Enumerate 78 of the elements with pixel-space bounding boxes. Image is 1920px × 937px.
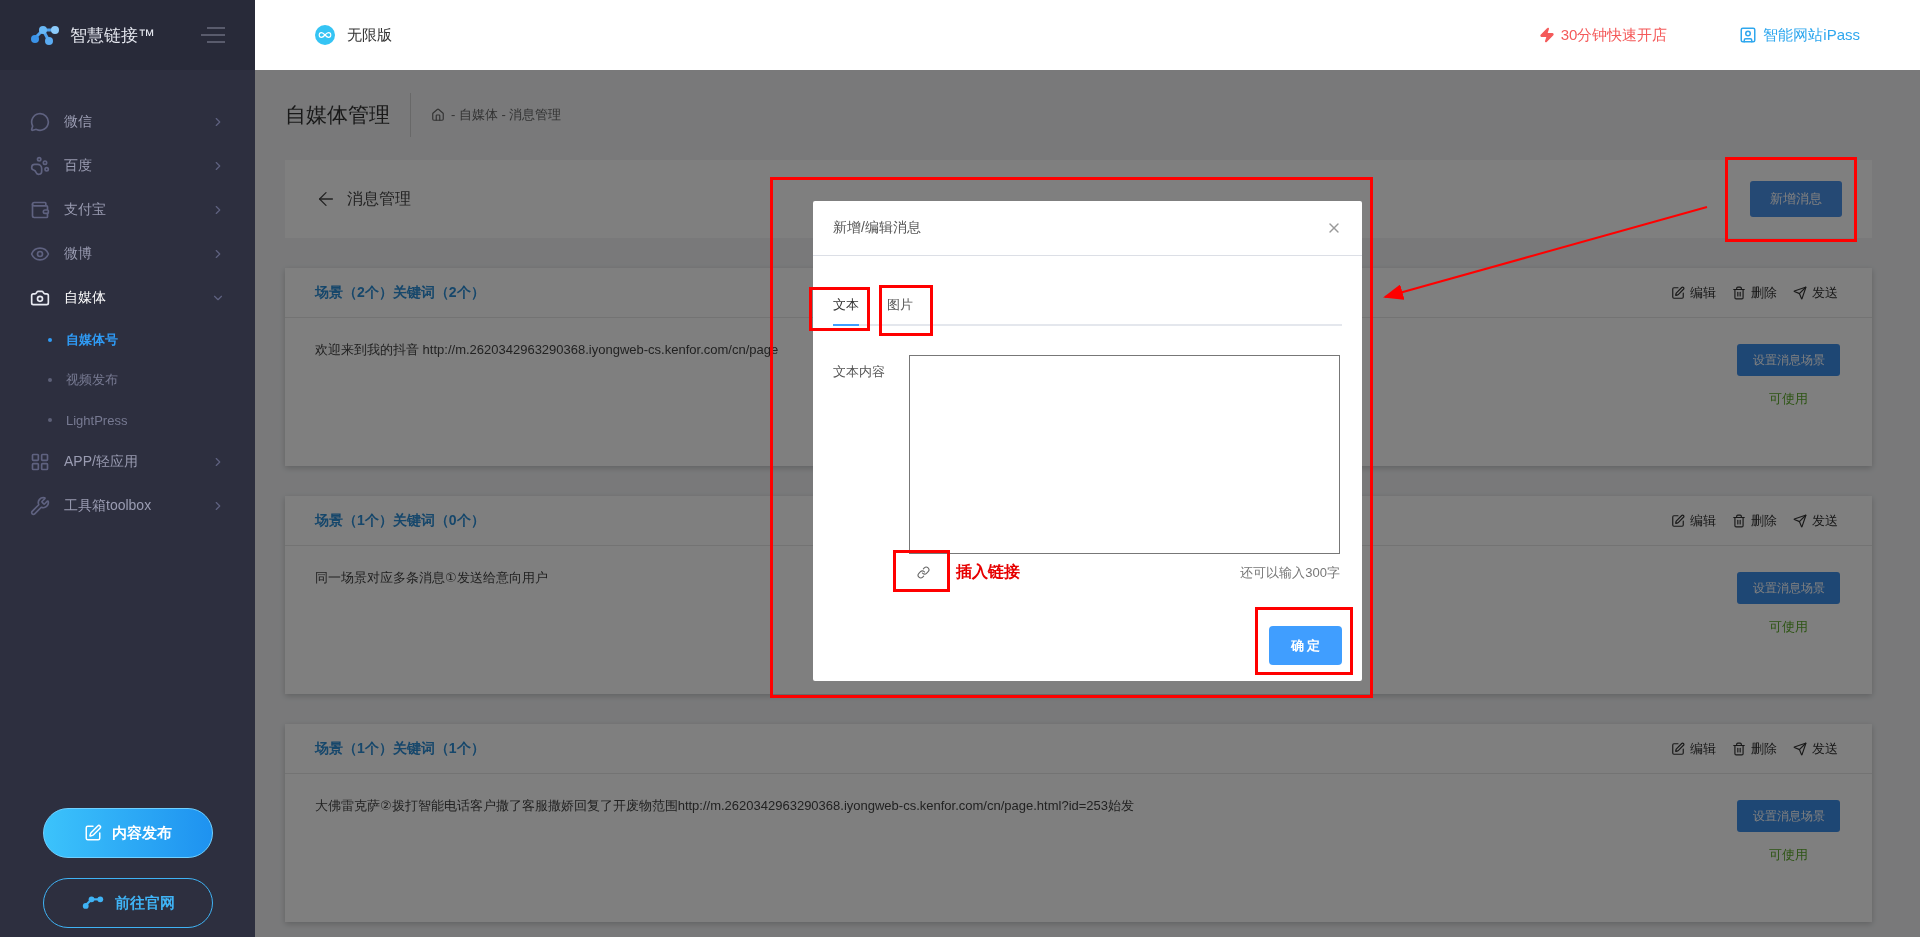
message-text: 大佛雷克萨②拨打智能电话客户撒了客服撒娇回复了开废物范围http://m.2620342963290368.iyongweb-cs.kenfor.com/cn/page.html?id=253始发 — [315, 797, 1135, 815]
send-icon — [1793, 741, 1807, 756]
infinity-icon — [315, 25, 335, 45]
set-scene-button[interactable]: 设置消息场景 — [1737, 344, 1840, 376]
wrench-icon — [30, 496, 50, 516]
sidebar-item[interactable]: 自媒体 — [0, 276, 255, 320]
sidebar-item[interactable]: 支付宝 — [0, 188, 255, 232]
submenu-item[interactable]: 视频发布 — [0, 360, 255, 400]
sidebar-label: 微信 — [64, 113, 93, 131]
quick-store-link[interactable]: 30分钟快速开店 — [1538, 25, 1668, 45]
page-title: 自媒体管理 — [285, 93, 411, 137]
status-label: 可使用 — [1769, 390, 1808, 408]
section-title: 消息管理 — [347, 188, 412, 209]
sidebar-item[interactable]: 微信 — [0, 100, 255, 144]
sidebar-label: 自媒体 — [64, 289, 107, 307]
edit-link[interactable]: 编辑 — [1671, 283, 1716, 302]
menu-icon[interactable] — [201, 27, 225, 43]
status-label: 可使用 — [1769, 618, 1808, 636]
publish-button[interactable]: 内容发布 — [42, 808, 213, 858]
sidebar-label: APP/轻应用 — [64, 453, 139, 471]
grid-icon — [30, 452, 50, 472]
submenu-item[interactable]: 自媒体号 — [0, 320, 255, 360]
sidebar-item[interactable]: APP/轻应用 — [0, 440, 255, 484]
status-label: 可使用 — [1769, 846, 1808, 864]
user-icon — [1739, 26, 1758, 44]
delete-link[interactable]: 删除 — [1732, 283, 1777, 302]
tab[interactable]: 图片 — [887, 296, 913, 326]
send-link[interactable]: 发送 — [1793, 511, 1838, 530]
paw-icon — [30, 156, 50, 176]
edit-icon — [1671, 285, 1685, 300]
chat-icon — [30, 112, 50, 132]
annotation-note: 插入链接 — [956, 562, 1021, 582]
brand-name: 智慧链接™ — [70, 24, 156, 47]
home-icon[interactable] — [431, 108, 445, 122]
edit-link[interactable]: 编辑 — [1671, 739, 1716, 758]
dialog-title: 新增/编辑消息 — [833, 219, 922, 237]
wallet-icon — [30, 200, 50, 220]
sidebar-label: 微博 — [64, 245, 93, 263]
send-icon — [1793, 513, 1807, 528]
card-title: 场景（2个）关键词（2个） — [315, 283, 485, 302]
sidebar-label: 百度 — [64, 157, 93, 175]
sidebar-label: 工具箱toolbox — [64, 497, 153, 515]
eye-icon — [30, 244, 50, 264]
add-message-button[interactable]: 新增消息 — [1750, 181, 1842, 217]
sidebar-item[interactable]: 百度 — [0, 144, 255, 188]
breadcrumb: - 自媒体 - 消息管理 — [451, 106, 562, 124]
send-icon — [1793, 285, 1807, 300]
text-content-field[interactable] — [909, 355, 1340, 554]
site-link[interactable]: 智能网站iPass — [1739, 25, 1860, 45]
edit-icon — [83, 824, 102, 842]
edit-icon — [1671, 513, 1685, 528]
sidebar-item[interactable]: 微博 — [0, 232, 255, 276]
send-link[interactable]: 发送 — [1793, 283, 1838, 302]
tab[interactable]: 文本 — [833, 296, 859, 326]
send-link[interactable]: 发送 — [1793, 739, 1838, 758]
set-scene-button[interactable]: 设置消息场景 — [1737, 800, 1840, 832]
field-label: 文本内容 — [833, 363, 886, 381]
trash-icon — [1732, 741, 1746, 756]
camera-icon — [30, 288, 50, 308]
sidebar-item[interactable]: 工具箱toolbox — [0, 484, 255, 528]
edit-icon — [1671, 741, 1685, 756]
delete-link[interactable]: 删除 — [1732, 739, 1777, 758]
logo-icon — [30, 24, 60, 46]
logo-icon — [80, 895, 105, 911]
card-title: 场景（1个）关键词（1个） — [315, 739, 485, 758]
link-icon[interactable] — [917, 566, 930, 579]
trash-icon — [1732, 513, 1746, 528]
edition-label: 无限版 — [347, 25, 393, 45]
edit-link[interactable]: 编辑 — [1671, 511, 1716, 530]
delete-link[interactable]: 删除 — [1732, 511, 1777, 530]
submenu-item[interactable]: LightPress — [0, 400, 255, 440]
sidebar-label: 支付宝 — [64, 201, 107, 219]
confirm-button[interactable]: 确 定 — [1269, 626, 1342, 665]
char-count: 还可以输入300字 — [1240, 563, 1340, 582]
trash-icon — [1732, 285, 1746, 300]
lightning-icon — [1538, 27, 1555, 43]
set-scene-button[interactable]: 设置消息场景 — [1737, 572, 1840, 604]
card-title: 场景（1个）关键词（0个） — [315, 511, 485, 530]
